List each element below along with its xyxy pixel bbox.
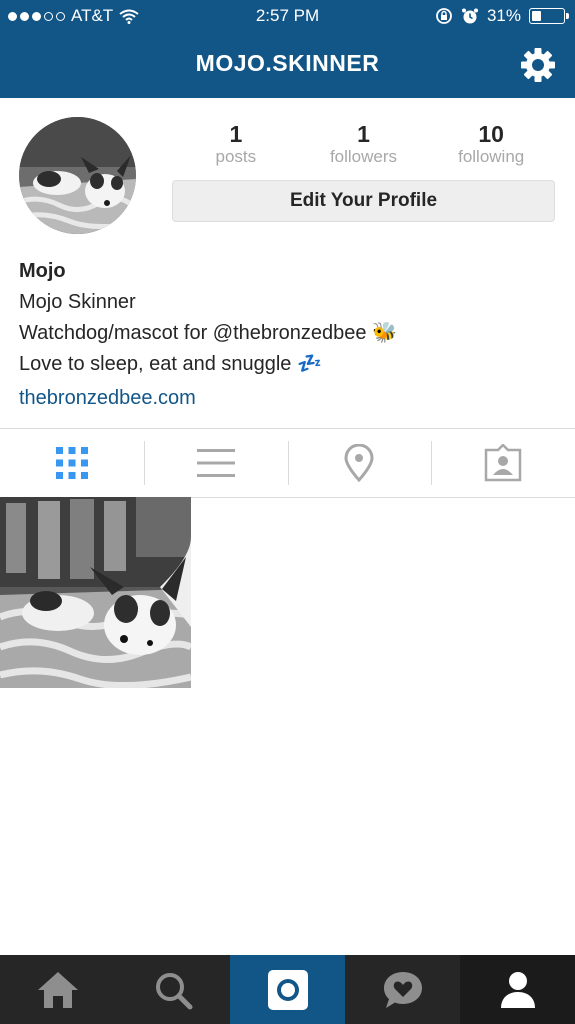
activity-icon [383, 971, 422, 1008]
profile-view-tabs [0, 428, 575, 498]
nav-home[interactable] [0, 955, 115, 1024]
following-label: following [458, 147, 525, 166]
gear-icon[interactable] [519, 46, 557, 84]
posts-count: 1 [229, 121, 243, 147]
bio-full-name: Mojo Skinner [19, 291, 136, 313]
dog-photo [0, 497, 191, 688]
orientation-lock-icon [436, 8, 452, 24]
tagged-photos-icon [484, 444, 522, 482]
home-icon [37, 971, 78, 1008]
tab-list[interactable] [143, 429, 288, 497]
profile-stats: 1 posts 1 followers 10 following [172, 120, 555, 172]
search-icon [155, 972, 192, 1009]
stat-followers[interactable]: 1 followers [300, 120, 428, 172]
followers-count: 1 [357, 121, 370, 147]
status-bar: AT&T 2:57 PM 31% [0, 0, 575, 32]
nav-camera[interactable] [230, 955, 345, 1024]
profile-bio: Mojo Mojo Skinner Watchdog/mascot for @t… [19, 256, 559, 414]
bio-username: Mojo [19, 260, 66, 282]
post-thumbnail[interactable] [0, 497, 191, 688]
nav-activity[interactable] [345, 955, 460, 1024]
location-pin-icon [344, 444, 374, 482]
tab-location[interactable] [287, 429, 432, 497]
grid-icon [55, 447, 88, 479]
profile-username-title: MOJO.SKINNER [195, 50, 380, 76]
following-count: 10 [478, 121, 504, 147]
battery-icon [529, 8, 569, 24]
posts-label: posts [215, 147, 257, 166]
bio-line-1: Watchdog/mascot for @thebronzedbee 🐝 [19, 322, 397, 344]
profile-avatar[interactable] [19, 117, 136, 234]
list-icon [196, 449, 235, 477]
profile-icon [500, 971, 535, 1008]
stat-posts[interactable]: 1 posts [172, 120, 300, 172]
camera-icon [267, 969, 308, 1010]
nav-search[interactable] [115, 955, 230, 1024]
tab-tagged[interactable] [431, 429, 575, 497]
status-right: 31% [435, 6, 569, 26]
alarm-icon [461, 8, 478, 24]
bottom-tab-bar [0, 955, 575, 1024]
battery-percent: 31% [486, 6, 521, 25]
nav-profile[interactable] [460, 955, 575, 1024]
battery-level [532, 11, 542, 21]
dog-photo [19, 117, 136, 234]
bio-line-2: Love to sleep, eat and snuggle 💤 [19, 353, 322, 375]
bio-website-link[interactable]: thebronzedbee.com [19, 383, 559, 414]
stat-following[interactable]: 10 following [427, 120, 555, 172]
tab-grid[interactable] [0, 429, 144, 497]
app-header: AT&T 2:57 PM 31% MOJO.SKINNER [0, 0, 575, 98]
followers-label: followers [329, 147, 398, 166]
edit-profile-button[interactable]: Edit Your Profile [172, 180, 555, 222]
